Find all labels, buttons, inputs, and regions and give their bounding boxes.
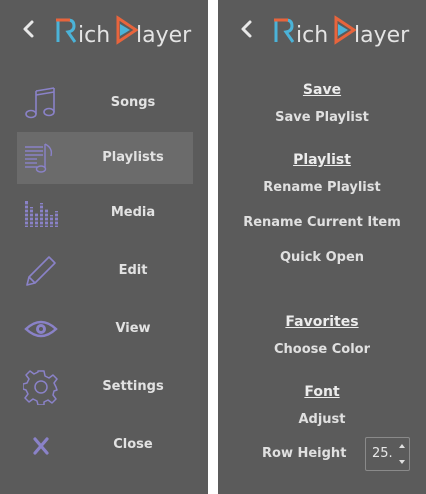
choose-color-button[interactable]: Choose Color [218,342,426,357]
row-height-value[interactable]: 25. [372,438,393,470]
menu-label-settings: Settings [102,379,164,394]
menu-item-edit[interactable]: Edit [17,245,193,297]
top-bar: ich layer [218,0,426,60]
menu-label-media: Media [110,205,156,220]
menu-item-songs[interactable]: Songs [17,77,193,129]
pencil-icon [23,253,59,289]
menu-item-media[interactable]: Media [17,187,193,239]
stepper-up-button[interactable] [397,440,407,454]
back-button[interactable] [19,18,39,40]
caret-down-icon [399,460,405,464]
gear-icon [23,369,59,405]
row-height-stepper[interactable]: 25. [365,437,410,471]
row-height-label: Row Height [262,446,347,461]
rename-current-item-button[interactable]: Rename Current Item [218,215,426,230]
svg-text:ich: ich [78,23,110,48]
chevron-left-icon [23,20,34,38]
section-heading-favorites: Favorites [285,314,359,330]
section-heading-save: Save [302,82,342,98]
svg-text:ich: ich [296,23,328,48]
menu-item-settings[interactable]: Settings [17,361,193,413]
menu-label-songs: Songs [110,95,156,110]
adjust-font-button[interactable]: Adjust [218,412,426,427]
menu-label-edit: Edit [118,263,148,278]
app-logo: ich layer [274,12,414,48]
menu-item-close[interactable]: Close [17,419,193,471]
quick-open-button[interactable]: Quick Open [218,250,426,265]
close-icon [23,427,59,463]
menu-label-view: View [115,321,151,336]
main-menu-panel: ich layer Songs Playlists Media Edit Vie… [0,0,208,494]
section-heading-font: Font [304,384,340,400]
menu-item-playlists[interactable]: Playlists [17,132,193,184]
back-button[interactable] [237,18,257,40]
eye-icon [23,311,59,347]
submenu-panel: ich layer Save Save Playlist Playlist Re… [218,0,426,494]
menu-label-playlists: Playlists [102,150,164,165]
equalizer-icon [23,195,59,231]
section-heading-playlist: Playlist [293,152,351,168]
svg-text:layer: layer [354,23,410,48]
menu-item-view[interactable]: View [17,303,193,355]
chevron-left-icon [241,20,252,38]
stepper-down-button[interactable] [397,454,407,468]
save-playlist-button[interactable]: Save Playlist [218,110,426,125]
rename-playlist-button[interactable]: Rename Playlist [218,180,426,195]
top-bar: ich layer [0,0,208,60]
app-logo: ich layer [56,12,196,48]
caret-up-icon [399,444,405,448]
svg-text:layer: layer [136,23,192,48]
menu-label-close: Close [113,437,153,452]
music-note-icon [23,85,59,121]
playlist-icon [23,140,59,176]
